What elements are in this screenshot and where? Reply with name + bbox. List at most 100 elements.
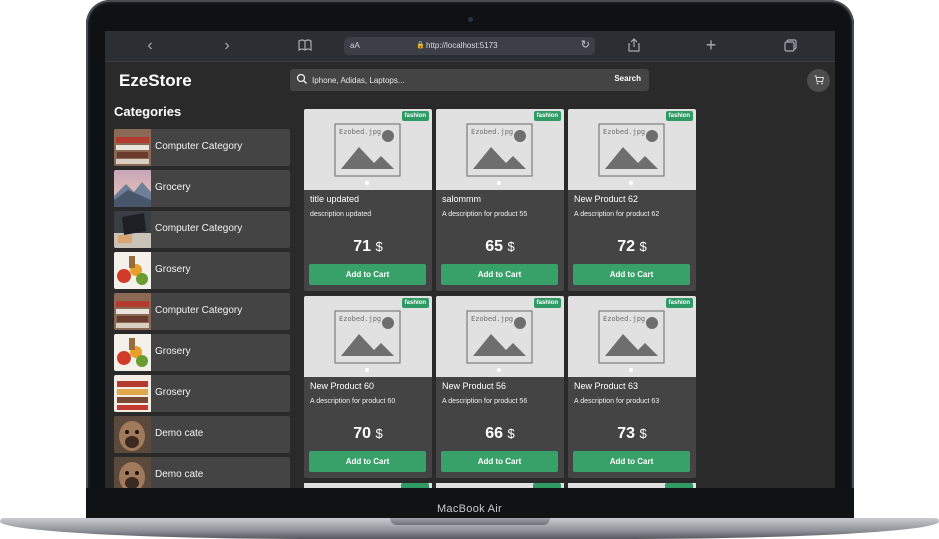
reload-icon[interactable]: ↻ (581, 38, 590, 51)
add-to-cart-button[interactable]: Add to Cart (309, 451, 426, 472)
reader-settings-button[interactable]: aA (350, 41, 360, 50)
product-price: 70 $ (304, 425, 432, 443)
category-thumbnail (114, 457, 151, 488)
categories-sidebar: Categories Computer Category Grocery Com… (105, 98, 295, 488)
product-image: Ezobed.jpg fashion (568, 109, 696, 190)
add-to-cart-button[interactable]: Add to Cart (573, 264, 690, 285)
product-price: 65 $ (436, 238, 564, 256)
category-item[interactable]: Computer Category (114, 211, 290, 248)
product-image-text: Ezobed.jpg (339, 315, 381, 323)
category-item[interactable]: Computer Category (114, 293, 290, 330)
category-label: Grosery (155, 387, 191, 398)
add-to-cart-button[interactable]: Add to Cart (573, 451, 690, 472)
product-card[interactable]: Ezobed.jpg fashion salommm A description… (436, 109, 564, 291)
category-label: Grosery (155, 346, 191, 357)
category-thumbnail (114, 170, 151, 207)
add-to-cart-button[interactable]: Add to Cart (309, 264, 426, 285)
product-description: A description for product 62 (574, 211, 660, 218)
search-button[interactable]: Search (614, 74, 641, 83)
product-description: A description for product 60 (310, 398, 396, 405)
carousel-dot[interactable] (497, 368, 501, 372)
new-tab-icon[interactable]: + (702, 36, 720, 54)
category-thumbnail (114, 129, 151, 166)
category-badge: fashion (665, 298, 693, 308)
product-card[interactable]: Ezobed.jpg fashion New Product 63 A desc… (568, 296, 696, 478)
search-bar: Search (290, 69, 649, 91)
category-thumbnail (114, 375, 151, 412)
product-title: title updated (310, 194, 360, 204)
price-value: 66 (485, 425, 504, 442)
browser-toolbar: ‹ › aA 🔒 http://localhost:5173 ↻ + (105, 31, 835, 62)
category-label: Demo cate (155, 469, 204, 480)
tabs-overview-icon[interactable] (781, 39, 799, 57)
carousel-dot[interactable] (365, 368, 369, 372)
category-badge: fashion (533, 298, 561, 308)
product-image: Ezobed.jpg fashion (436, 109, 564, 190)
category-item[interactable]: Computer Category (114, 129, 290, 166)
category-thumbnail (114, 252, 151, 289)
product-description: A description for product 55 (442, 211, 528, 218)
add-to-cart-button[interactable]: Add to Cart (441, 264, 558, 285)
laptop-screen: ‹ › aA 🔒 http://localhost:5173 ↻ + EzeSt… (105, 31, 835, 488)
category-thumbnail (114, 211, 151, 248)
category-item[interactable]: Grocery (114, 170, 290, 207)
carousel-dot[interactable] (497, 181, 501, 185)
price-currency: $ (507, 426, 515, 441)
product-price: 66 $ (436, 425, 564, 443)
product-price: 73 $ (568, 425, 696, 443)
category-badge: fashion (401, 111, 429, 121)
search-input[interactable] (312, 72, 592, 88)
product-card[interactable]: Ezobed.jpg fashion title updated descrip… (304, 109, 432, 291)
product-card[interactable]: Ezobed.jpg fashion New Product 62 A desc… (568, 109, 696, 291)
store-logo[interactable]: EzeStore (119, 71, 192, 91)
url-text: http://localhost:5173 (426, 41, 498, 50)
price-value: 72 (617, 238, 636, 255)
category-item[interactable]: Grosery (114, 252, 290, 289)
product-description: A description for product 63 (574, 398, 660, 405)
search-icon (296, 73, 307, 84)
category-thumbnail (114, 416, 151, 453)
category-item[interactable]: Grosery (114, 334, 290, 371)
product-image: Ezobed.jpg fashion (304, 296, 432, 377)
product-price: 72 $ (568, 238, 696, 256)
product-card[interactable]: Ezobed.jpg fashion New Product 60 A desc… (304, 296, 432, 478)
category-thumbnail (114, 293, 151, 330)
carousel-dot[interactable] (365, 181, 369, 185)
category-label: Demo cate (155, 428, 204, 439)
category-item[interactable]: Demo cate (114, 416, 290, 453)
cart-button[interactable] (807, 69, 830, 92)
product-image-text: Ezobed.jpg (603, 128, 645, 136)
category-item[interactable]: Grosery (114, 375, 290, 412)
categories-title: Categories (114, 104, 182, 119)
product-title: New Product 63 (574, 381, 639, 391)
share-icon[interactable] (625, 38, 643, 57)
category-label: Computer Category (155, 141, 243, 152)
product-image: Ezobed.jpg fashion (568, 296, 696, 377)
device-label: MacBook Air (436, 503, 503, 515)
reader-book-icon[interactable] (296, 38, 314, 56)
product-description: description updated (310, 211, 372, 218)
carousel-dot[interactable] (629, 368, 633, 372)
product-image: Ezobed.jpg fashion (436, 296, 564, 377)
back-icon[interactable]: ‹ (141, 37, 159, 55)
cart-icon (814, 75, 824, 85)
product-card[interactable]: Ezobed.jpg fashion New Product 56 A desc… (436, 296, 564, 478)
price-currency: $ (375, 239, 383, 254)
category-badge: fashion (533, 111, 561, 121)
carousel-dot[interactable] (629, 181, 633, 185)
price-currency: $ (375, 426, 383, 441)
price-value: 70 (353, 425, 372, 442)
app-header: EzeStore Search (105, 62, 835, 98)
product-title: New Product 56 (442, 381, 507, 391)
product-image-text: Ezobed.jpg (471, 315, 513, 323)
price-currency: $ (507, 239, 515, 254)
add-to-cart-button[interactable]: Add to Cart (441, 451, 558, 472)
product-image-text: Ezobed.jpg (603, 315, 645, 323)
address-bar[interactable]: aA 🔒 http://localhost:5173 ↻ (344, 37, 595, 55)
laptop-notch (390, 518, 550, 525)
lock-icon: 🔒 (416, 42, 425, 49)
product-title: salommm (442, 194, 482, 204)
category-item[interactable]: Demo cate (114, 457, 290, 488)
price-value: 73 (617, 425, 636, 442)
forward-icon[interactable]: › (218, 37, 236, 55)
